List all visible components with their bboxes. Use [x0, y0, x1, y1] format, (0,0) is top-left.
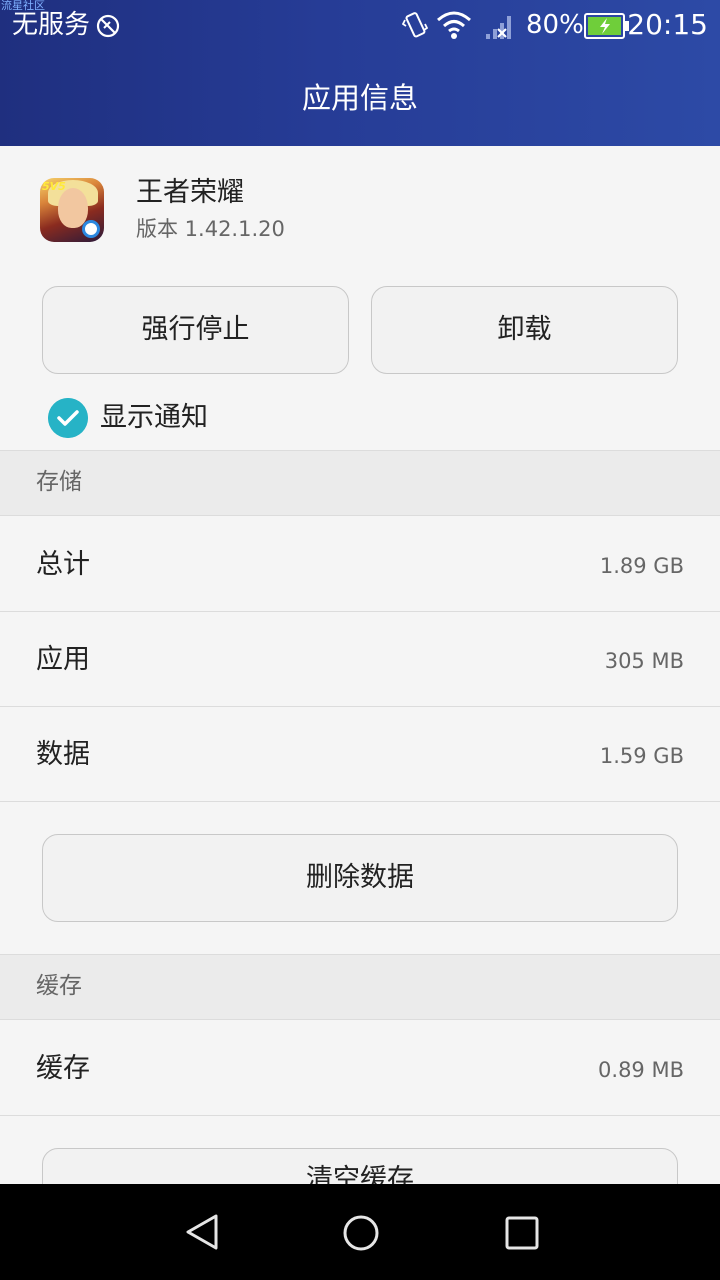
row-label: 缓存	[36, 1053, 90, 1084]
back-icon[interactable]	[182, 1212, 222, 1252]
row-value: 1.89 GB	[599, 554, 684, 578]
force-stop-button[interactable]: 强行停止	[42, 286, 349, 374]
no-service-icon	[96, 14, 120, 38]
row-value: 305 MB	[604, 649, 684, 673]
storage-section-header: 存储	[0, 450, 720, 516]
notification-checkbox[interactable]	[48, 398, 88, 438]
row-value: 1.59 GB	[599, 744, 684, 768]
recent-apps-icon[interactable]	[505, 1216, 539, 1250]
battery-percent: 80%	[526, 10, 584, 40]
app-version: 版本 1.42.1.20	[136, 217, 285, 241]
cache-section-header: 缓存	[0, 954, 720, 1020]
carrier-label: 无服务	[12, 10, 91, 40]
storage-row-total: 总计 1.89 GB	[0, 517, 720, 612]
app-name: 王者荣耀	[136, 177, 244, 208]
cache-row: 缓存 0.89 MB	[0, 1021, 720, 1116]
storage-row-app: 应用 305 MB	[0, 612, 720, 707]
battery-charging-icon	[584, 13, 629, 39]
row-label: 应用	[36, 644, 90, 675]
page-title: 应用信息	[301, 81, 418, 115]
vibrate-icon	[402, 12, 428, 38]
clear-data-button[interactable]: 删除数据	[42, 834, 678, 922]
row-value: 0.89 MB	[598, 1058, 684, 1082]
home-icon[interactable]	[342, 1214, 380, 1252]
notification-label[interactable]: 显示通知	[100, 400, 208, 436]
app-icon-badge: 5V5	[42, 180, 66, 193]
row-label: 总计	[36, 549, 90, 580]
wifi-icon	[437, 11, 471, 39]
status-bar: 流星社区 无服务 80% 20:15	[0, 0, 720, 52]
row-label: 数据	[36, 739, 90, 770]
app-header: 流星社区 无服务 80% 20:15 应用信息	[0, 0, 720, 146]
storage-header-label: 存储	[36, 469, 82, 495]
storage-row-data: 数据 1.59 GB	[0, 707, 720, 802]
cache-header-label: 缓存	[36, 973, 82, 999]
app-icon-logo	[82, 220, 100, 238]
signal-icon	[486, 16, 511, 39]
uninstall-button[interactable]: 卸载	[371, 286, 678, 374]
app-icon: 5V5	[40, 178, 104, 242]
clock: 20:15	[627, 8, 708, 41]
